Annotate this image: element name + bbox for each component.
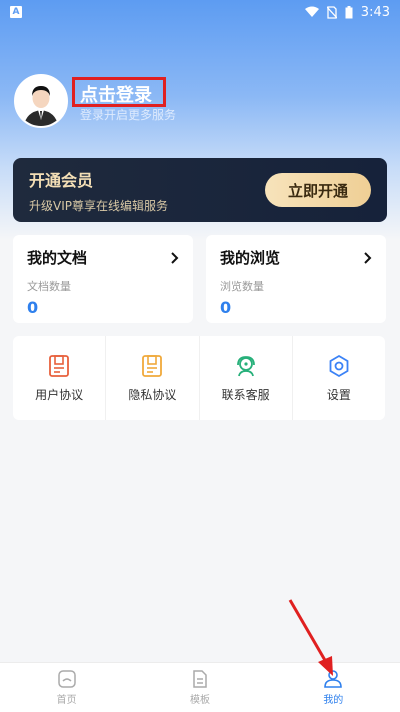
browse-count-label: 浏览数量	[220, 280, 264, 293]
nav-template-label: 模板	[189, 695, 210, 706]
default-avatar-icon	[16, 76, 66, 126]
vip-subtitle: 升级VIP尊享在线编辑服务	[29, 198, 168, 213]
user-agreement-label: 用户协议	[35, 387, 84, 402]
my-browsing-card[interactable]: 我的浏览 浏览数量 0	[206, 235, 386, 323]
vip-text: 开通会员 升级VIP尊享在线编辑服务	[29, 167, 168, 214]
my-documents-card[interactable]: 我的文档 文档数量 0	[13, 235, 193, 323]
nav-template[interactable]: 模板	[133, 663, 266, 712]
wifi-icon	[304, 6, 319, 17]
settings-item[interactable]: 设置	[293, 336, 385, 420]
document-count-value: 0	[27, 298, 39, 317]
service-grid: 用户协议 隐私协议 联系客服 设置	[13, 336, 385, 420]
user-agreement-item[interactable]: 用户协议	[13, 336, 107, 420]
avatar[interactable]	[14, 74, 68, 128]
vip-banner[interactable]: 开通会员 升级VIP尊享在线编辑服务 立即开通	[13, 158, 387, 222]
nav-home-label: 首页	[56, 695, 77, 706]
profile-icon	[324, 670, 343, 688]
bottom-nav: 首页 模板 我的	[0, 662, 400, 712]
user-agreement-icon	[49, 354, 70, 377]
home-icon	[57, 670, 76, 688]
settings-icon	[329, 354, 349, 377]
document-count-label: 文档数量	[27, 280, 71, 293]
login-button[interactable]: 点击登录	[80, 81, 152, 107]
customer-service-icon	[236, 355, 255, 376]
template-icon	[193, 670, 207, 688]
privacy-agreement-label: 隐私协议	[128, 387, 177, 402]
nav-home[interactable]: 首页	[0, 663, 133, 712]
profile-header[interactable]	[14, 74, 68, 128]
nav-mine-label: 我的	[323, 695, 344, 706]
customer-service-item[interactable]: 联系客服	[200, 336, 293, 420]
nav-mine[interactable]: 我的	[267, 663, 400, 712]
open-vip-button[interactable]: 立即开通	[265, 173, 371, 207]
privacy-agreement-item[interactable]: 隐私协议	[106, 336, 200, 420]
login-subtitle: 登录开启更多服务	[80, 108, 177, 122]
customer-service-label: 联系客服	[221, 387, 270, 402]
clock: 3:43	[360, 4, 390, 20]
chevron-right-icon	[171, 251, 179, 264]
chevron-right-icon	[364, 251, 372, 264]
no-sim-icon	[326, 5, 337, 19]
vip-title: 开通会员	[29, 170, 94, 190]
battery-icon	[345, 5, 353, 18]
settings-label: 设置	[326, 387, 351, 402]
my-documents-title: 我的文档	[27, 249, 88, 267]
app-notification-icon: A	[10, 6, 22, 18]
status-bar: A 3:43	[0, 0, 400, 24]
browse-count-value: 0	[220, 298, 232, 317]
my-browsing-title: 我的浏览	[220, 249, 281, 267]
privacy-agreement-icon	[142, 354, 163, 377]
